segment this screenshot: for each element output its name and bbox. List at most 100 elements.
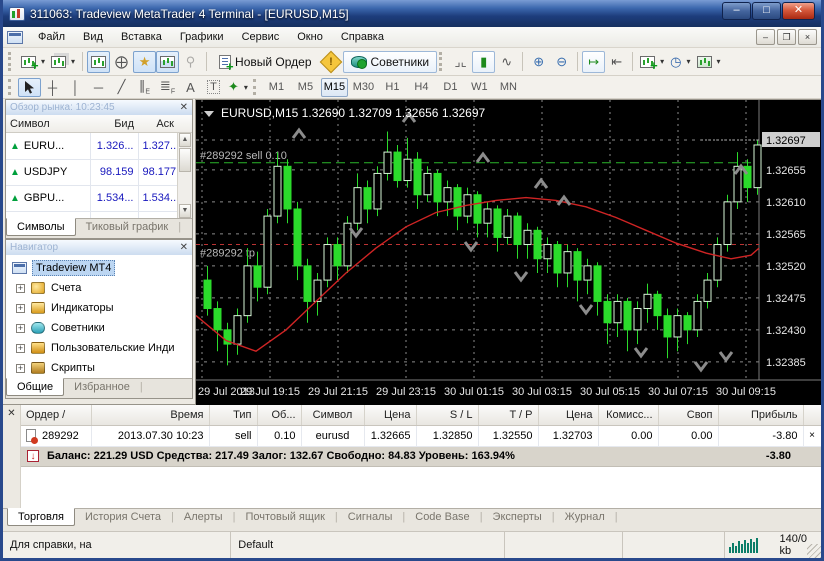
line-chart-mode-button[interactable]: ∿ [495, 51, 518, 73]
navigator-tab-1[interactable]: Избранное [64, 379, 140, 395]
auto-scroll-button[interactable]: ↦ [582, 51, 605, 73]
timeframe-h1[interactable]: H1 [379, 78, 406, 97]
column-9[interactable]: Комисс... [598, 405, 658, 425]
open-order-row[interactable]: 2892922013.07.30 10:23sell0.10eurusd1.32… [21, 425, 821, 446]
bar-chart-mode-button[interactable]: ⌟⌞ [449, 51, 472, 73]
menu-item-5[interactable]: Окно [288, 29, 332, 45]
maximize-button[interactable]: □ [752, 2, 781, 20]
expand-icon[interactable]: + [16, 304, 25, 313]
column-bid[interactable]: Бид [90, 118, 138, 130]
timeframe-mn[interactable]: MN [495, 78, 522, 97]
expand-icon[interactable]: + [16, 344, 25, 353]
expert-advisors-button[interactable]: Советники [343, 51, 438, 73]
scroll-down-icon[interactable]: ▼ [179, 204, 191, 218]
column-2[interactable]: Тип [209, 405, 257, 425]
scroll-up-icon[interactable]: ▲ [179, 133, 191, 147]
new-chart-button[interactable]: +▾ [18, 51, 48, 73]
navigator-item-custom[interactable]: +Пользовательские Инди [6, 338, 192, 358]
channel-tool-button[interactable]: ∥E [133, 78, 156, 97]
timeframe-w1[interactable]: W1 [466, 78, 493, 97]
indicators-button[interactable]: +▾ [637, 51, 667, 73]
candle-chart-mode-button[interactable]: ▮ [472, 51, 495, 73]
market-watch-close-icon[interactable]: ✕ [180, 103, 188, 113]
terminal-tab-2[interactable]: Алерты [174, 509, 233, 525]
terminal-toggle[interactable] [156, 51, 179, 73]
strategy-tester-button[interactable]: ⚲ [179, 51, 202, 73]
expand-icon[interactable]: + [16, 324, 25, 333]
vertical-line-tool-button[interactable]: │ [64, 78, 87, 97]
trendline-tool-button[interactable]: ╱ [110, 78, 133, 97]
timeframe-m1[interactable]: M1 [263, 78, 290, 97]
navigator-titlebar[interactable]: Навигатор ✕ [6, 240, 192, 255]
autotrading-warning-button[interactable] [320, 51, 343, 73]
menu-item-3[interactable]: Графики [171, 29, 233, 45]
crosshair-tool-button[interactable]: ┼ [41, 78, 64, 97]
column-11[interactable]: Прибыль [718, 405, 803, 425]
column-6[interactable]: S / L [416, 405, 478, 425]
timeframe-m30[interactable]: M30 [350, 78, 377, 97]
status-profile[interactable]: Default [231, 532, 505, 558]
navigator-item-advisors[interactable]: +Советники [6, 318, 192, 338]
zoom-out-button[interactable]: ⊖ [550, 51, 573, 73]
navigator-root[interactable]: Tradeview MT4 [6, 258, 192, 278]
horizontal-line-tool-button[interactable]: ─ [87, 78, 110, 97]
column-ask[interactable]: Аск [138, 118, 178, 130]
menu-item-6[interactable]: Справка [332, 29, 393, 45]
column-4[interactable]: Символ [301, 405, 364, 425]
zoom-in-button[interactable]: ⊕ [527, 51, 550, 73]
mdi-minimize-button[interactable]: – [756, 29, 775, 45]
market-watch-toggle[interactable] [87, 51, 110, 73]
toolbar-grip[interactable] [8, 79, 14, 94]
terminal-close-icon[interactable]: ✕ [7, 408, 15, 419]
toolbar-grip[interactable] [439, 52, 445, 71]
terminal-tab-4[interactable]: Сигналы [338, 509, 403, 525]
chart-window[interactable]: 1.326971.326551.326101.325651.325201.324… [195, 99, 821, 404]
menu-item-1[interactable]: Вид [74, 29, 112, 45]
menu-item-4[interactable]: Сервис [233, 29, 289, 45]
resize-grip[interactable] [807, 544, 821, 558]
toolbar-grip[interactable] [8, 52, 14, 71]
navigator-item-indicators[interactable]: +Индикаторы [6, 298, 192, 318]
data-window-button[interactable]: ⨁ [110, 51, 133, 73]
terminal-tab-0[interactable]: Торговля [7, 508, 75, 526]
terminal-tab-6[interactable]: Эксперты [483, 509, 552, 525]
profiles-button[interactable]: ▾ [48, 51, 78, 73]
market-watch-row[interactable]: ▲GBPU...1.534...1.534... [6, 185, 179, 211]
timeframe-h4[interactable]: H4 [408, 78, 435, 97]
fibonacci-tool-button[interactable]: ≣F [156, 78, 179, 97]
new-order-button[interactable]: +Новый Ордер [211, 51, 319, 73]
arrows-tool-button[interactable]: ✦▾ [225, 78, 251, 97]
navigator-tab-0[interactable]: Общие [6, 378, 64, 396]
menu-item-0[interactable]: Файл [29, 29, 74, 45]
navigator-item-scripts[interactable]: +Скрипты [6, 358, 192, 378]
text-tool-button[interactable]: A [179, 78, 202, 97]
navigator-toggle[interactable]: ★ [133, 51, 156, 73]
templates-button[interactable]: ▾ [694, 51, 724, 73]
navigator-item-accounts[interactable]: +Счета [6, 278, 192, 298]
close-position-icon[interactable]: × [803, 425, 821, 446]
column-3[interactable]: Об... [257, 405, 301, 425]
market-watch-tab-1[interactable]: Тиковый график [76, 219, 179, 235]
market-watch-row[interactable]: ▲USDC...0.930...0.930... [6, 211, 179, 218]
terminal-tab-5[interactable]: Code Base [405, 509, 479, 525]
scroll-thumb[interactable] [179, 148, 191, 172]
periods-button[interactable]: ◷▾ [667, 51, 693, 73]
market-watch-row[interactable]: ▲USDJPY98.15998.177 [6, 159, 179, 185]
expand-icon[interactable]: + [16, 284, 25, 293]
column-1[interactable]: Время [91, 405, 209, 425]
cursor-tool-button[interactable] [18, 78, 41, 97]
timeframe-d1[interactable]: D1 [437, 78, 464, 97]
column-0[interactable]: Ордер / [21, 405, 91, 425]
column-10[interactable]: Своп [658, 405, 718, 425]
toolbar-grip[interactable] [253, 79, 259, 94]
market-watch-titlebar[interactable]: Обзор рынка: 10:23:45 ✕ [6, 100, 192, 115]
market-watch-row[interactable]: ▲EURU...1.326...1.327... [6, 133, 179, 159]
mdi-close-button[interactable]: × [798, 29, 817, 45]
minimize-button[interactable]: – [722, 2, 751, 20]
column-7[interactable]: T / P [478, 405, 538, 425]
close-button[interactable]: ✕ [782, 2, 815, 20]
timeframe-m15[interactable]: M15 [321, 78, 348, 97]
terminal-tab-7[interactable]: Журнал [555, 509, 615, 525]
expand-icon[interactable]: + [16, 364, 25, 373]
price-chart[interactable]: 1.326971.326551.326101.325651.325201.324… [196, 100, 822, 405]
